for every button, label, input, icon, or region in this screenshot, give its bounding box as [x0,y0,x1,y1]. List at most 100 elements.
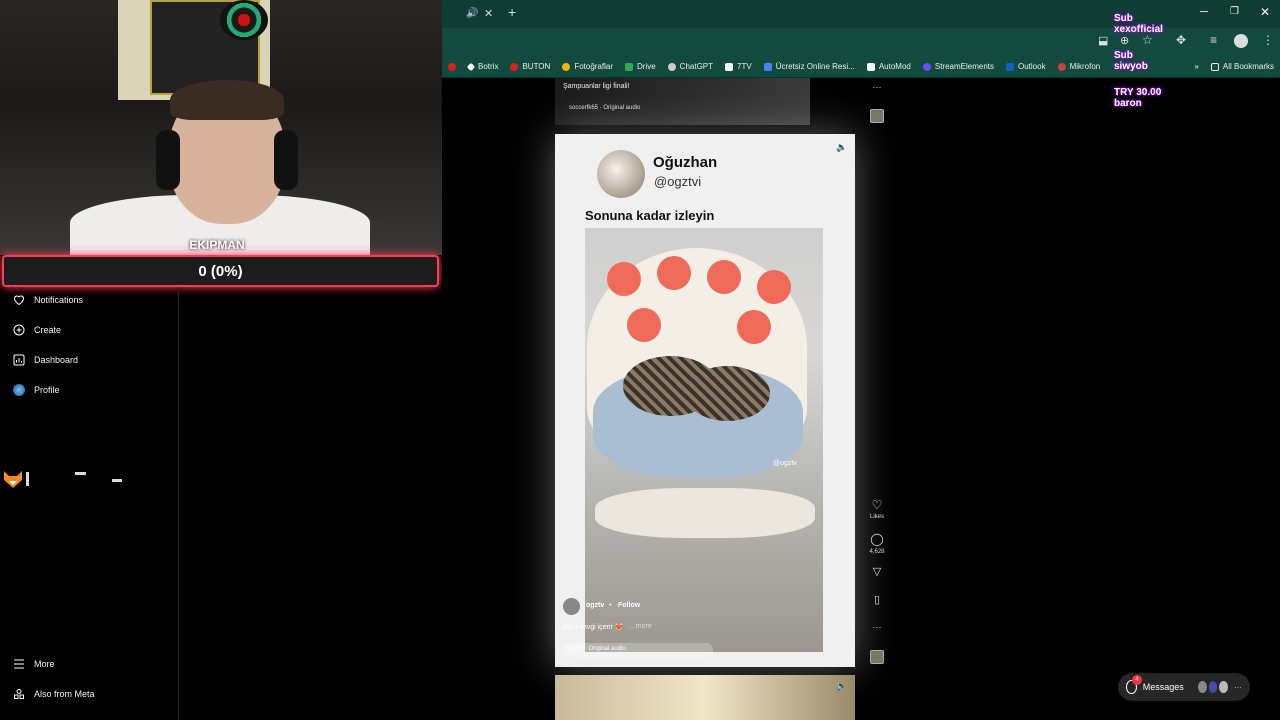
messenger-icon: 4 [1126,675,1142,694]
streamer-hair [170,80,284,120]
save-icon[interactable]: ▯ [870,593,884,606]
alert-line: Sub [1114,50,1133,61]
creator-avatar [597,150,645,198]
bookmark-opera[interactable] [442,62,462,71]
author-name[interactable]: ogztv [586,602,604,609]
mikrofon-icon [1057,62,1066,71]
share-icon[interactable]: ▽ [870,565,884,578]
bookmark-mikrofon[interactable]: Mikrofon [1052,62,1107,71]
reel-main[interactable]: 🔈 Oğuzhan @ogztvi Sonuna kadar izleyin @… [555,134,855,667]
menu-icon [12,657,25,670]
reel-caption: Şampuanlar ligi finali! [563,83,630,90]
new-tab-icon[interactable]: + [508,4,516,20]
author-avatar[interactable] [563,598,580,615]
chart-icon [12,353,25,366]
sidebar-item-create[interactable]: Create [12,323,61,336]
dartboard [220,0,268,40]
streamelements-icon [922,62,931,71]
bookmarks-overflow[interactable]: » [1188,62,1204,71]
overlay-mark [112,479,122,482]
bed-base [595,488,815,538]
sidebar-item-label: Create [34,324,62,335]
speaker-icon[interactable]: 🔊 [466,8,478,19]
audio-thumbnail[interactable] [870,650,884,664]
buton-icon [510,62,519,71]
sidebar-item-more[interactable]: More [12,657,55,670]
reel-audio: soccerfk65 · Original audio [569,105,641,111]
drive-icon [625,62,633,71]
alert-line: Sub [1114,13,1133,24]
sidebar-item-also-from-meta[interactable]: Also from Meta [12,687,95,700]
messages-label: Messages [1142,682,1184,692]
volume-icon[interactable]: 🔈 [836,142,847,153]
minimize-icon[interactable]: ─ [1200,6,1208,18]
message-badge: 4 [1131,675,1142,685]
sidebar-item-profile[interactable]: Profile [12,383,60,396]
bookmark-streamelements[interactable]: StreamElements [917,62,1000,71]
plus-square-icon [12,323,25,336]
separator-dot: • [609,602,612,609]
likes-label: Likes [870,514,885,520]
like-icon[interactable]: ♡ [870,498,884,512]
more-options-icon[interactable]: ··· [870,82,884,92]
profile-avatar[interactable] [1234,34,1248,48]
bookmark-botrix[interactable]: Botrix [462,62,504,71]
close-tab-icon[interactable]: ✕ [484,7,493,20]
chatgpt-icon [667,62,676,71]
volume-icon[interactable]: 🔈 [836,681,847,692]
install-app-icon[interactable]: ⬓ [1098,34,1108,47]
botrix-icon [466,62,476,71]
alert-line: baron [1114,98,1142,109]
extensions-icon[interactable]: ✥ [1176,33,1186,47]
outlook-icon [1006,62,1014,71]
video-watermark: @ogztv [773,460,797,467]
messages-button[interactable]: 4 Messages ··· [1118,673,1250,701]
chevron-right-icon: » [1194,62,1199,71]
fox-logo-icon [2,468,24,490]
more-options-icon[interactable]: ··· [870,622,884,632]
bookmark-image-tool[interactable]: Ücretsiz Online Resi... [758,62,861,71]
caption-more-link[interactable]: ... more [628,623,652,630]
reel-audio: ogztv · Original audio [569,646,626,652]
bookmark-star-icon[interactable]: ☆ [1142,33,1153,47]
webcam-overlay [0,0,442,255]
sidebar-item-label: Also from Meta [34,688,95,699]
all-bookmarks[interactable]: All Bookmarks [1205,62,1280,71]
bookmark-automod[interactable]: AutoMod [861,62,917,71]
comment-icon[interactable]: ◯ [870,532,884,546]
goal-label: EKIPMAN [189,238,245,252]
reel-next[interactable]: 🔈 [555,675,855,720]
post-caption: Aşırı sevgi içerir 😻 [563,624,624,631]
window-close-icon[interactable]: ✕ [1260,5,1270,19]
restore-icon[interactable]: ❐ [1230,6,1239,17]
goal-progress-bar: 0 (0%) [2,255,439,287]
bookmark-outlook[interactable]: Outlook [1000,62,1052,71]
comment-count: 4,628 [869,549,885,555]
reel-previous[interactable]: Şampuanlar ligi finali! soccerfk65 · Ori… [555,78,810,125]
bookmark-buton[interactable]: BUTON [504,62,556,71]
avatar [1197,681,1207,693]
zoom-icon[interactable]: ⊕ [1120,34,1129,47]
alert-line: xexofficial [1114,24,1163,35]
image-tool-icon [763,62,772,71]
kitten [685,366,770,421]
bookmark-photos[interactable]: Fotoğraflar [556,62,619,71]
alert-line: siwyob [1114,61,1148,72]
bookmark-7tv[interactable]: 7TV [719,62,758,71]
overlay-mark [75,472,86,475]
chrome-menu-icon[interactable]: ⋮ [1262,33,1274,47]
7tv-icon [725,62,734,71]
video-title: Sonuna kadar izleyin [585,208,715,223]
audio-thumbnail[interactable] [870,109,884,123]
avatar [1208,681,1218,693]
sidebar-item-dashboard[interactable]: Dashboard [12,353,78,366]
follow-button[interactable]: Follow [618,602,640,609]
bookmark-chatgpt[interactable]: ChatGPT [662,62,719,71]
video-frame[interactable]: @ogztv [585,228,823,652]
automod-icon [866,62,875,71]
bookmark-drive[interactable]: Drive [619,62,662,71]
sidebar-item-notifications[interactable]: Notifications [12,293,83,306]
media-control-icon[interactable]: ≡ [1210,33,1217,47]
creator-name: Oğuzhan [653,154,718,171]
instagram-sidebar: Notifications Create Dashboard Profile M… [0,287,179,720]
